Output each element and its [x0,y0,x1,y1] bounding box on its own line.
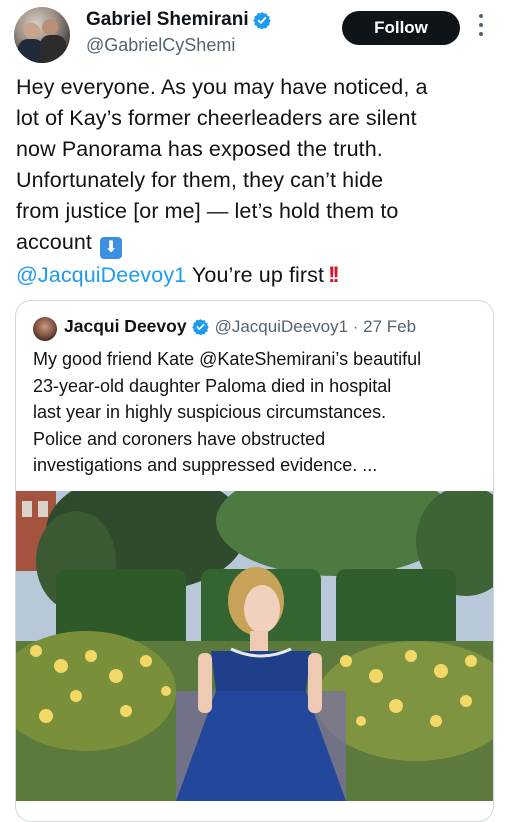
quoted-tweet-photo[interactable] [16,491,493,801]
author-name-row: Gabriel Shemirani [86,9,271,31]
author-avatar[interactable] [14,7,70,63]
quote-line: 23-year-old daughter Paloma died in hosp… [33,375,392,396]
mention-link[interactable]: @JacquiDeevoy1 [16,263,186,287]
tweet-line: Hey everyone. As you may have noticed, a [16,75,428,99]
tweet-line: lot of Kay’s former cheerleaders are sil… [16,106,417,130]
quoted-author-avatar[interactable] [33,317,57,341]
tweet-line-last: account ⬇ [16,227,496,259]
quoted-tweet-card[interactable]: Jacqui Deevoy @JacquiDeevoy1 · 27 Feb My… [15,300,494,822]
tweet-line: You’re up first [186,263,325,287]
verified-badge-icon [191,319,209,335]
quoted-handle-date[interactable]: @JacquiDeevoy1 · 27 Feb [215,317,417,337]
tweet-line: now Panorama has exposed the truth. [16,137,383,161]
quote-line: last year in highly suspicious circumsta… [33,402,387,422]
author-handle[interactable]: @GabrielCyShemi [86,35,235,56]
tweet-line: Unfortunately for them, they can’t hide [16,168,384,192]
author-name[interactable]: Gabriel Shemirani [86,9,249,31]
verified-badge-icon [252,12,271,29]
tweet-line: from justice [or me] — let’s hold them t… [16,199,399,223]
follow-button[interactable]: Follow [342,11,460,45]
quoted-author-row: Jacqui Deevoy @JacquiDeevoy1 · 27 Feb [64,316,416,337]
quoted-author-name[interactable]: Jacqui Deevoy [64,316,187,337]
quote-line: Police and coroners have obstructed [33,428,326,449]
double-exclamation-emoji-icon: !! [328,262,340,287]
tweet-header: Gabriel Shemirani @GabrielCyShemi Follow [0,0,508,70]
tweet-text: Hey everyone. As you may have noticed, a… [16,72,496,291]
quote-line: investigations and suppressed evidence. … [33,455,378,475]
tweet-mention-line: @JacquiDeevoy1 You’re up first!! [16,259,496,291]
quoted-tweet-text: My good friend Kate @KateShemirani’s bea… [33,346,483,479]
more-options-icon[interactable] [478,14,484,40]
tweet-line: account [16,230,93,254]
quote-line: My good friend Kate @KateShemirani’s bea… [33,349,422,369]
down-arrow-emoji-icon: ⬇ [100,237,123,259]
